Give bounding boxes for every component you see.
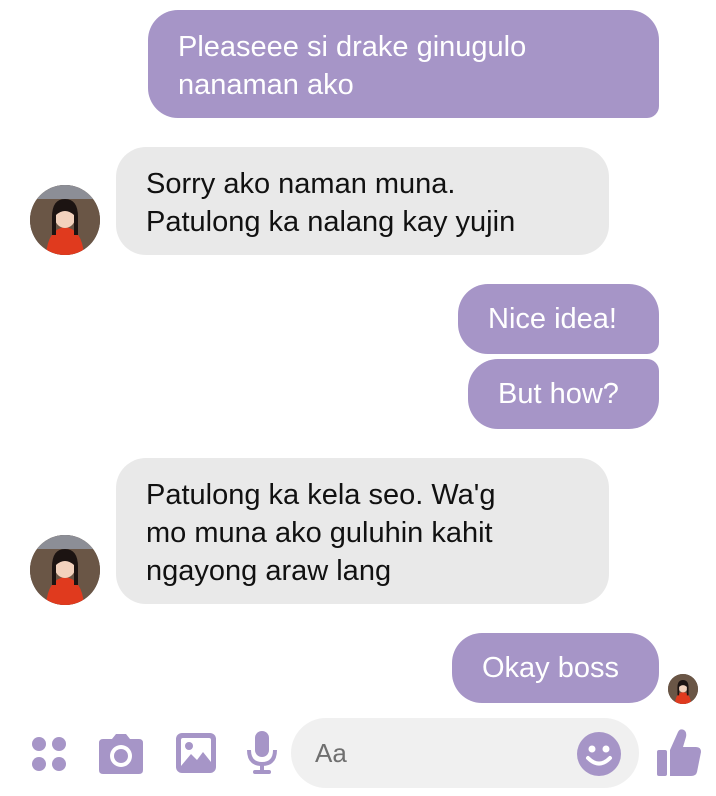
contact-avatar[interactable] xyxy=(30,185,100,255)
emoji-icon[interactable] xyxy=(576,731,622,777)
avatar-photo xyxy=(30,185,100,255)
avatar-photo xyxy=(30,535,100,605)
apps-grid-icon[interactable] xyxy=(30,735,68,773)
avatar-photo xyxy=(668,674,698,704)
message-bubble-outgoing[interactable]: Pleaseee si drake ginugulo nanaman ako xyxy=(148,10,659,118)
message-bubble-incoming[interactable]: Sorry ako naman muna. Patulong ka nalang… xyxy=(116,147,609,255)
message-bubble-outgoing[interactable]: Okay boss xyxy=(452,633,659,703)
gallery-icon[interactable] xyxy=(175,732,217,774)
contact-avatar[interactable] xyxy=(30,535,100,605)
message-input-placeholder: Aa xyxy=(315,738,347,768)
message-bubble-outgoing[interactable]: Nice idea! xyxy=(458,284,659,354)
message-bubble-outgoing[interactable]: But how? xyxy=(468,359,659,429)
thumbs-up-icon[interactable] xyxy=(656,728,702,778)
microphone-icon[interactable] xyxy=(246,730,278,776)
message-bubble-incoming[interactable]: Patulong ka kela seo. Wa'g mo muna ako g… xyxy=(116,458,609,604)
seen-receipt-avatar xyxy=(668,674,698,704)
camera-icon[interactable] xyxy=(98,733,144,775)
